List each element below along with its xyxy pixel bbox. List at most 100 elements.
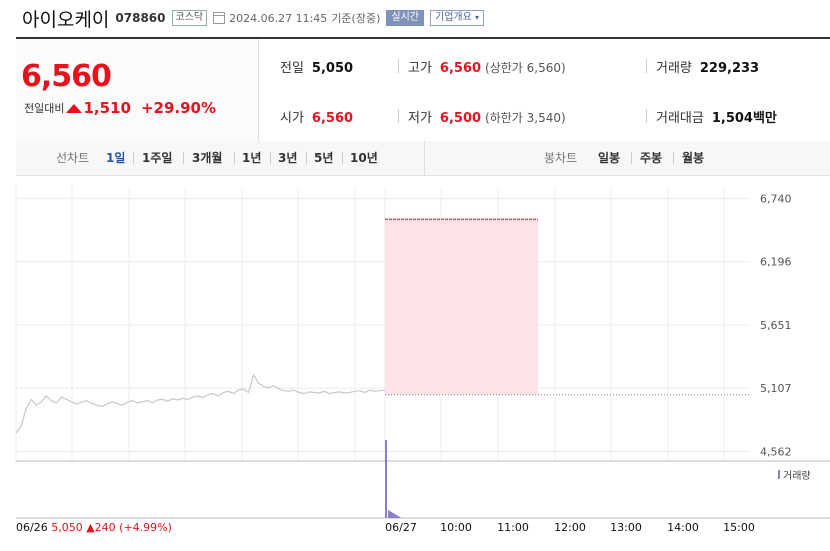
- tab-separator: [133, 152, 134, 164]
- y-tick-label: 5,107: [760, 382, 792, 395]
- volume-bar: [389, 510, 390, 518]
- limit-up-fill: [385, 219, 538, 395]
- x-tick-label: 14:00: [667, 521, 699, 534]
- period-divider: [424, 141, 425, 175]
- volume-legend-label: 거래량: [783, 470, 811, 482]
- tab-5year[interactable]: 5년: [314, 149, 333, 166]
- x-axis: 06/27 10:00 11:00 12:00 13:00 14:00 15:00 06/26…: [16, 521, 755, 534]
- change-label: 전일대비: [24, 102, 65, 115]
- y-axis: 6,740 6,196 5,651 5,107 4,562: [760, 192, 792, 458]
- volume-bar: [397, 515, 398, 518]
- prev-day-close: 5,050: [51, 521, 86, 534]
- quote-datetime: 2024.06.27 11:45: [229, 11, 328, 25]
- tab-separator: [306, 152, 307, 164]
- price-lines: [15, 218, 750, 434]
- company-info-button[interactable]: 기업개요 ▾: [430, 10, 485, 26]
- market-badge: 코스닥: [171, 10, 208, 26]
- stock-name: 아이오케이: [22, 8, 110, 31]
- tab-separator: [234, 152, 235, 164]
- current-price: 6,560: [21, 59, 112, 94]
- tab-separator: [270, 152, 271, 164]
- amount-value: 1,504: [711, 111, 753, 126]
- x-tick-label: 15:00: [723, 521, 755, 534]
- change-amount: 1,510: [83, 99, 131, 117]
- prev-close-label: 전일: [280, 61, 304, 76]
- x-tick-label: 13:00: [610, 521, 642, 534]
- tab-separator: [673, 152, 674, 164]
- prev-day-change-rate: (+4.99%): [119, 521, 172, 534]
- x-tick-label: 10:00: [440, 521, 472, 534]
- prev-close-cell: 전일 5,050: [280, 57, 353, 76]
- tab-1year[interactable]: 1년: [242, 149, 261, 166]
- volume-bar: [390, 511, 391, 518]
- prev-day-label: 06/26: [16, 521, 51, 534]
- tab-1day[interactable]: 1일: [106, 149, 125, 166]
- price-summary: 6,560 전일대비 1,510 +29.90% 전일 5,050 시가 6,560…: [16, 37, 830, 143]
- candle-chart-label: 봉차트: [544, 151, 578, 165]
- stock-code: 078860: [115, 11, 166, 25]
- period-bar: 선차트 1일 1주일 3개월 1년 3년 5년 10년 봉차트 일봉 주봉 월봉: [16, 141, 830, 176]
- volume-value: 229,233: [699, 61, 760, 76]
- divider: [398, 59, 399, 73]
- high-label: 고가: [408, 61, 432, 76]
- change-row: 전일대비 1,510 +29.90%: [24, 99, 216, 117]
- prev-day-change: 240: [95, 521, 120, 534]
- change-rate: +29.90%: [140, 99, 216, 117]
- quote-basis: 기준(장중): [331, 12, 381, 25]
- low-label: 저가: [408, 111, 432, 126]
- limit-up-area: [385, 219, 538, 395]
- volume-bar: [391, 512, 392, 518]
- open-value: 6,560: [311, 111, 354, 126]
- current-price-box: 6,560 전일대비 1,510 +29.90%: [16, 39, 259, 142]
- realtime-button[interactable]: 실시간: [386, 10, 424, 26]
- company-info-label: 기업개요: [435, 12, 472, 23]
- tab-separator: [342, 152, 343, 164]
- volume-bar: [392, 512, 393, 518]
- volume-bar: [400, 517, 401, 518]
- tab-separator: [631, 152, 632, 164]
- price-chart: 6,740 6,196 5,651 5,107 4,562 거래량 06/27 10:00…: [15, 188, 830, 534]
- tab-3month[interactable]: 3개월: [192, 149, 222, 166]
- volume-bar: [398, 516, 399, 518]
- amount-label: 거래대금: [656, 111, 704, 126]
- prev-day-price-line: [15, 373, 386, 434]
- volume-cell: 거래량 229,233: [656, 57, 759, 76]
- volume-bar: [388, 510, 389, 518]
- amount-unit: 백만: [752, 111, 777, 126]
- high-value: 6,560: [439, 61, 482, 76]
- y-tick-label: 5,651: [760, 319, 792, 332]
- calendar-icon: [213, 12, 226, 24]
- volume-legend-icon: [778, 470, 780, 479]
- prev-close-value: 5,050: [311, 61, 354, 76]
- tab-weekly-candle[interactable]: 주봉: [640, 149, 662, 166]
- low-value: 6,500: [439, 111, 482, 126]
- tab-3year[interactable]: 3년: [278, 149, 297, 166]
- open-label: 시가: [280, 111, 304, 126]
- divider: [646, 59, 647, 73]
- tab-monthly-candle[interactable]: 월봉: [682, 149, 704, 166]
- divider: [398, 109, 399, 123]
- volume-label: 거래량: [656, 61, 692, 76]
- stock-header: 아이오케이 078860 코스닥 2024.06.27 11:45 기준(장중)…: [22, 3, 485, 33]
- upper-limit: (상한가 6,560): [485, 61, 566, 75]
- chevron-down-icon: ▾: [475, 13, 480, 22]
- y-tick-label: 4,562: [760, 445, 792, 458]
- tab-daily-candle[interactable]: 일봉: [598, 149, 620, 166]
- x-tick-label: 11:00: [497, 521, 529, 534]
- line-chart-label: 선차트: [56, 151, 90, 165]
- x-tick-label: 06/27: [385, 521, 417, 534]
- tab-1week[interactable]: 1주일: [142, 149, 172, 166]
- prev-day-summary: 06/26 5,050 ▲240 (+4.99%): [16, 521, 172, 534]
- volume-bar: [395, 514, 396, 518]
- low-cell: 저가 6,500 (하한가 3,540): [408, 107, 566, 126]
- x-tick-label: 12:00: [554, 521, 586, 534]
- tab-separator: [183, 152, 184, 164]
- tab-10year[interactable]: 10년: [350, 149, 378, 166]
- open-cell: 시가 6,560: [280, 107, 353, 126]
- divider: [646, 109, 647, 123]
- y-tick-label: 6,196: [760, 256, 792, 269]
- volume-bar: [385, 440, 387, 518]
- volume-bar: [394, 513, 395, 518]
- lower-limit: (하한가 3,540): [485, 111, 566, 125]
- amount-cell: 거래대금 1,504백만: [656, 107, 777, 126]
